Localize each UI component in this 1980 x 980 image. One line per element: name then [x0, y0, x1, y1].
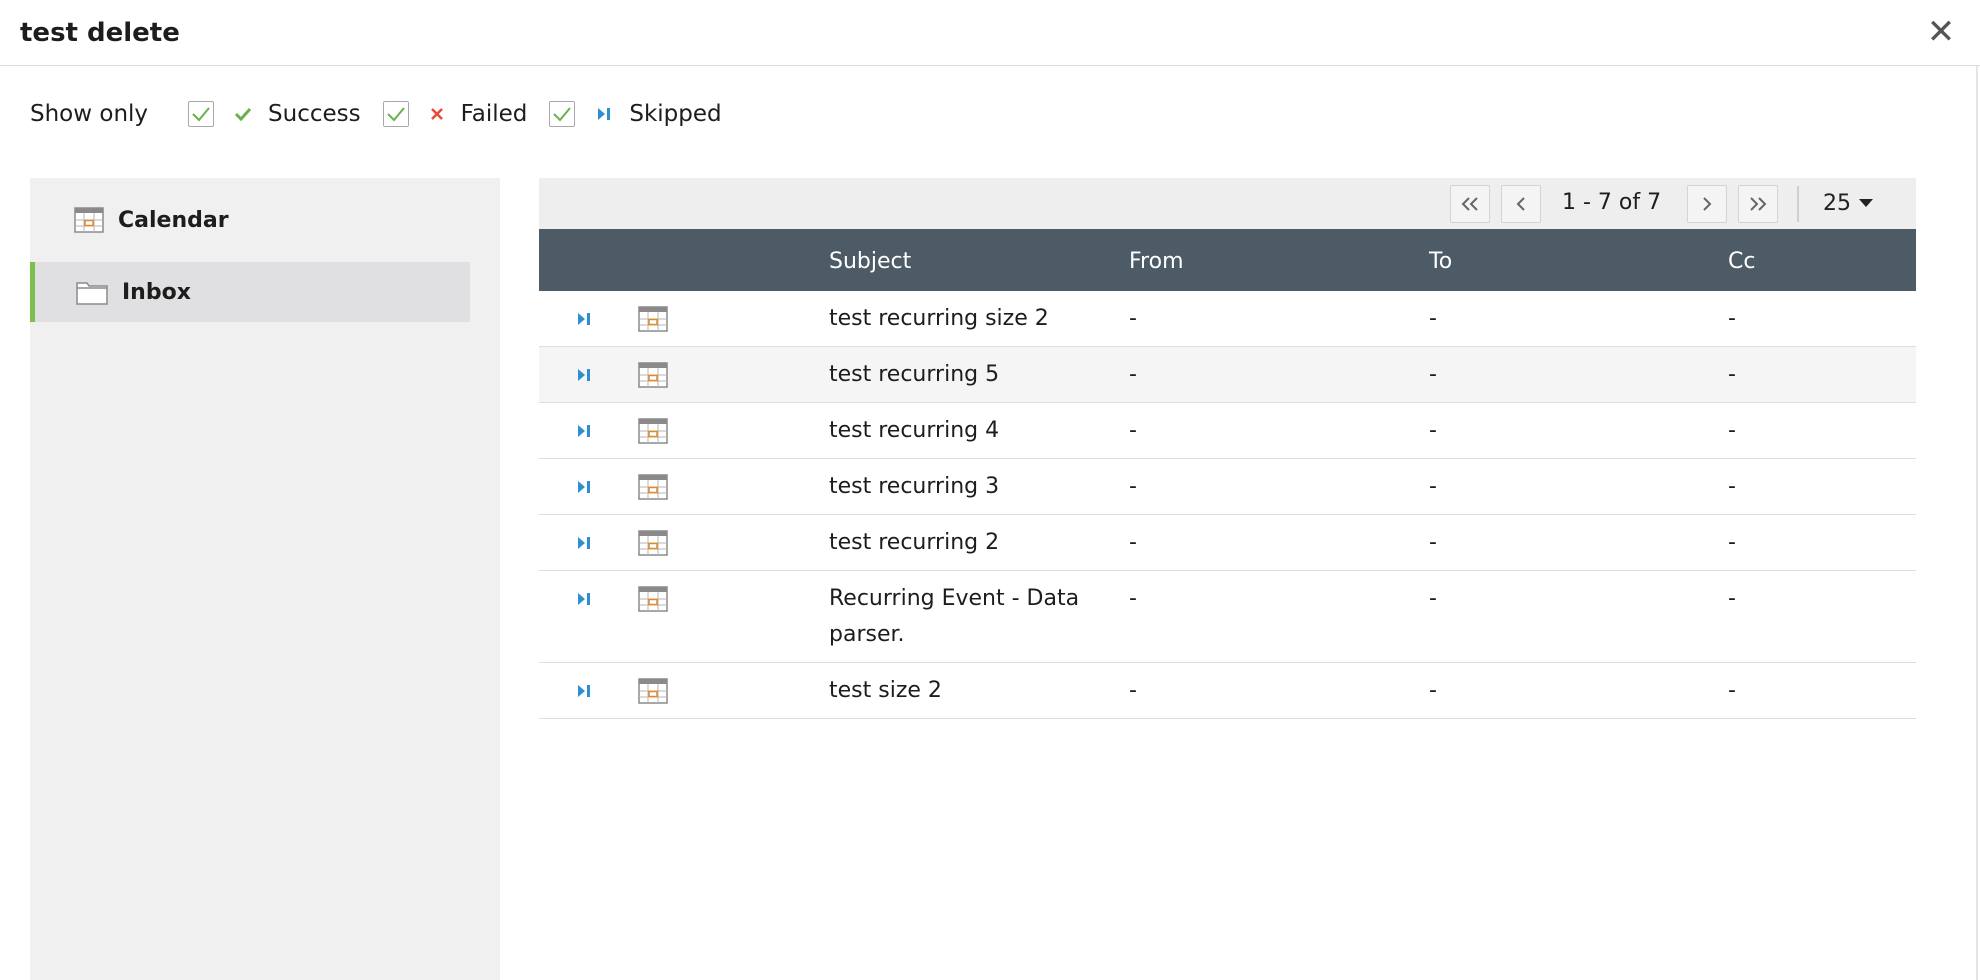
cell-from: - [1129, 474, 1137, 499]
calendar-icon [638, 413, 668, 449]
table-row[interactable]: test size 2 - - - [539, 663, 1916, 719]
scrollbar-edge [1976, 66, 1978, 980]
cell-from: - [1129, 678, 1137, 703]
filter-failed-label: Failed [460, 101, 528, 127]
cell-from: - [1129, 530, 1137, 555]
folder-sidebar: Calendar Inbox [30, 178, 500, 980]
table-row[interactable]: test recurring 5 - - - [539, 347, 1916, 403]
sidebar-item-inbox[interactable]: Inbox [30, 262, 470, 322]
calendar-icon [638, 357, 668, 393]
cell-from: - [1129, 306, 1137, 331]
column-to[interactable]: To [1429, 249, 1452, 274]
status-filters: Show only Success Failed Skipped [30, 94, 744, 134]
cell-subject: test recurring 5 [829, 362, 1000, 387]
cell-from: - [1129, 586, 1137, 611]
column-from[interactable]: From [1129, 249, 1184, 274]
cell-to: - [1429, 306, 1437, 331]
first-page-button[interactable] [1450, 185, 1490, 223]
chevron-left-icon [1516, 197, 1525, 211]
filter-failed[interactable]: Failed [382, 101, 528, 127]
table-row[interactable]: test recurring 4 - - - [539, 403, 1916, 459]
page-size-select[interactable]: 25 [1823, 187, 1873, 219]
skip-icon [575, 469, 593, 505]
cell-cc: - [1728, 586, 1736, 611]
filter-success[interactable]: Success [188, 101, 361, 127]
cell-subject: test recurring 4 [829, 418, 1000, 443]
skip-icon [575, 673, 593, 709]
cell-subject: test recurring size 2 [829, 306, 1049, 331]
filter-success-label: Success [268, 101, 361, 127]
cell-cc: - [1728, 306, 1736, 331]
cell-subject: test size 2 [829, 678, 942, 703]
check-icon [234, 107, 252, 121]
cross-icon [429, 106, 445, 122]
cell-from: - [1129, 418, 1137, 443]
cell-to: - [1429, 530, 1437, 555]
cell-from: - [1129, 362, 1137, 387]
cell-cc: - [1728, 418, 1736, 443]
cell-to: - [1429, 678, 1437, 703]
calendar-icon [638, 581, 668, 617]
calendar-icon [638, 673, 668, 709]
cell-subject: test recurring 3 [829, 474, 1000, 499]
sidebar-item-label: Calendar [118, 207, 229, 233]
cell-cc: - [1728, 474, 1736, 499]
skip-icon [575, 525, 593, 561]
skip-icon [575, 413, 593, 449]
folder-icon [76, 279, 108, 305]
show-only-label: Show only [30, 101, 149, 127]
double-chevron-left-icon [1461, 197, 1478, 211]
filter-skipped[interactable]: Skipped [549, 101, 722, 127]
cell-to: - [1429, 474, 1437, 499]
sidebar-item-calendar[interactable]: Calendar [30, 190, 470, 250]
cell-cc: - [1728, 678, 1736, 703]
chevron-right-icon [1703, 197, 1712, 211]
sidebar-item-label: Inbox [122, 279, 191, 305]
column-cc[interactable]: Cc [1728, 249, 1755, 274]
prev-page-button[interactable] [1501, 185, 1541, 223]
pagination-info: 1 - 7 of 7 [1562, 190, 1662, 215]
dialog-header: test delete ✕ [0, 0, 1980, 66]
skip-icon [575, 301, 593, 337]
column-subject[interactable]: Subject [829, 249, 911, 274]
calendar-icon [638, 301, 668, 337]
skip-icon [575, 357, 593, 393]
table-row[interactable]: test recurring size 2 - - - [539, 291, 1916, 347]
filter-skipped-label: Skipped [629, 101, 722, 127]
table-row[interactable]: Recurring Event - Data parser. - - - [539, 571, 1916, 663]
cell-cc: - [1728, 530, 1736, 555]
cell-subject: test recurring 2 [829, 530, 1000, 555]
cell-to: - [1429, 362, 1437, 387]
skipped-checkbox[interactable] [549, 101, 576, 127]
cell-subject: Recurring Event - Data parser. [829, 586, 1080, 647]
table-row[interactable]: test recurring 3 - - - [539, 459, 1916, 515]
toolbar-divider [1797, 186, 1799, 222]
cell-to: - [1429, 418, 1437, 443]
calendar-icon [638, 525, 668, 561]
caret-down-icon [1859, 199, 1873, 207]
cell-to: - [1429, 586, 1437, 611]
success-checkbox[interactable] [188, 101, 215, 127]
double-chevron-right-icon [1750, 197, 1767, 211]
pagination-toolbar: 1 - 7 of 7 25 [539, 178, 1916, 229]
dialog-title: test delete [20, 18, 180, 48]
close-icon[interactable]: ✕ [1924, 12, 1958, 52]
page-size-value: 25 [1823, 190, 1851, 216]
cell-cc: - [1728, 362, 1736, 387]
last-page-button[interactable] [1738, 185, 1778, 223]
table-row[interactable]: test recurring 2 - - - [539, 515, 1916, 571]
skip-icon [575, 581, 593, 617]
calendar-icon [74, 207, 104, 233]
table-header: Subject From To Cc [539, 229, 1916, 291]
failed-checkbox[interactable] [382, 101, 409, 127]
skip-icon [595, 105, 613, 123]
next-page-button[interactable] [1687, 185, 1727, 223]
calendar-icon [638, 469, 668, 505]
